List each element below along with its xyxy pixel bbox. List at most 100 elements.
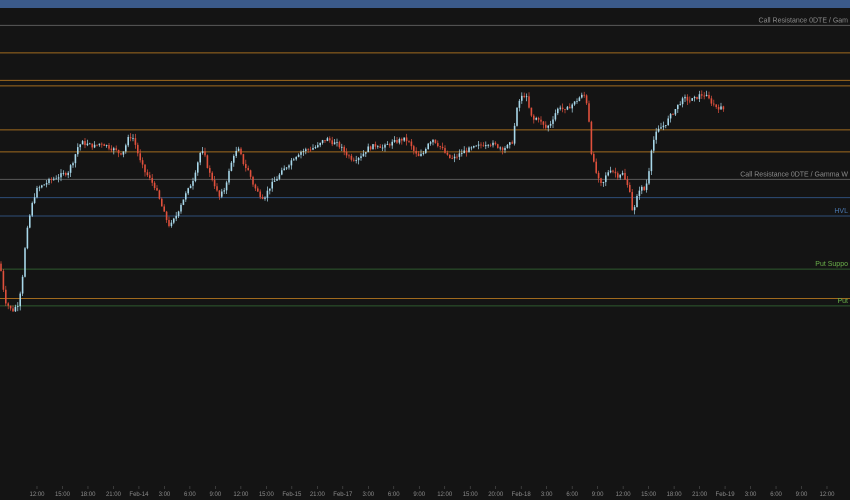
- candle-body: [161, 198, 163, 207]
- candle-body: [518, 100, 521, 108]
- x-tick-label: Feb-19: [716, 492, 736, 498]
- candle-body: [225, 182, 228, 191]
- candle-body: [290, 160, 293, 166]
- level-label: HVL: [834, 208, 848, 215]
- candle-body: [146, 172, 149, 176]
- candle-body: [187, 188, 189, 194]
- candle-body: [293, 159, 295, 161]
- candle-body: [259, 191, 261, 198]
- candle-body: [216, 186, 218, 191]
- candle-body: [350, 155, 353, 160]
- candle-body: [686, 96, 689, 101]
- candle-body: [67, 172, 69, 176]
- candle-body: [559, 107, 561, 109]
- candle-body: [283, 168, 285, 171]
- candle-body: [494, 142, 497, 145]
- candle-body: [422, 152, 425, 154]
- candle-body: [69, 165, 72, 173]
- candle-body: [403, 137, 405, 141]
- candle-body: [648, 171, 650, 184]
- candle-body: [185, 193, 187, 200]
- candle-body: [266, 190, 269, 198]
- candle-body: [307, 149, 309, 151]
- candle-body: [261, 197, 264, 199]
- candle-body: [269, 188, 271, 191]
- candle-body: [300, 151, 302, 155]
- candle-body: [43, 184, 45, 186]
- candle-body: [173, 218, 175, 223]
- candle-body: [475, 145, 477, 147]
- candle-body: [501, 147, 504, 151]
- candle-body: [341, 146, 343, 148]
- candle-body: [50, 179, 53, 180]
- candle-body: [139, 153, 141, 161]
- candle-body: [453, 156, 456, 159]
- candle-body: [554, 113, 557, 120]
- candle-body: [667, 118, 669, 126]
- candle-body: [672, 114, 674, 115]
- candle-body: [321, 140, 324, 143]
- candle-body: [353, 159, 355, 161]
- candle-body: [129, 137, 132, 139]
- candle-body: [302, 150, 305, 152]
- candle-body: [408, 141, 410, 142]
- candle-body: [492, 142, 494, 146]
- x-tick-label: 12:00: [233, 492, 249, 498]
- candle-body: [396, 140, 398, 143]
- level-label: Call Resistance 0DTE / Gamma W: [740, 171, 848, 178]
- candle-body: [542, 121, 545, 125]
- candle-body: [446, 152, 449, 155]
- x-tick-label: 20:00: [488, 492, 504, 498]
- candle-body: [545, 124, 547, 128]
- candle-body: [204, 151, 206, 156]
- candle-body: [326, 138, 329, 142]
- candle-body: [525, 96, 528, 98]
- candle-body: [264, 197, 266, 199]
- candle-body: [9, 305, 12, 309]
- candle-body: [53, 178, 55, 180]
- candle-body: [701, 94, 703, 96]
- candle-body: [230, 162, 233, 171]
- candle-body: [5, 289, 7, 304]
- candle-body: [665, 125, 667, 126]
- candle-body: [252, 176, 254, 185]
- candle-body: [473, 146, 475, 148]
- candle-body: [223, 190, 225, 192]
- candle-body: [367, 146, 369, 153]
- candle-body: [17, 306, 19, 308]
- candle-body: [117, 149, 120, 154]
- candle-body: [605, 175, 607, 183]
- candle-body: [369, 146, 372, 150]
- candle-body: [561, 107, 564, 109]
- x-tick-label: Feb-18: [512, 492, 532, 498]
- candle-body: [2, 271, 5, 290]
- candle-body: [177, 211, 180, 216]
- candle-body: [74, 154, 77, 164]
- candle-body: [134, 138, 137, 145]
- candle-body: [156, 188, 158, 191]
- x-tick-label: 21:00: [106, 492, 122, 498]
- candle-body: [480, 144, 482, 146]
- x-tick-label: 15:00: [463, 492, 479, 498]
- candle-body: [535, 118, 537, 120]
- candle-body: [449, 154, 451, 159]
- x-tick-label: 6:00: [388, 492, 400, 498]
- candle-body: [451, 158, 453, 159]
- candle-body: [149, 175, 151, 178]
- candle-body: [79, 144, 81, 148]
- x-tick-label: 9:00: [413, 492, 425, 498]
- candle-body: [19, 293, 21, 307]
- candle-body: [285, 167, 288, 169]
- candle-body: [552, 119, 554, 124]
- candle-body: [360, 156, 362, 159]
- candle-body: [432, 139, 434, 143]
- x-tick-label: 12:00: [29, 492, 45, 498]
- candle-body: [336, 142, 338, 143]
- candle-body: [201, 151, 204, 153]
- candle-body: [434, 139, 437, 144]
- price-chart[interactable]: Call Resistance 0DTE / Gam Call Resistanc…: [0, 8, 850, 500]
- candle-body: [677, 104, 679, 110]
- candle-body: [693, 96, 696, 99]
- candle-body: [168, 220, 170, 226]
- candle-body: [29, 215, 31, 228]
